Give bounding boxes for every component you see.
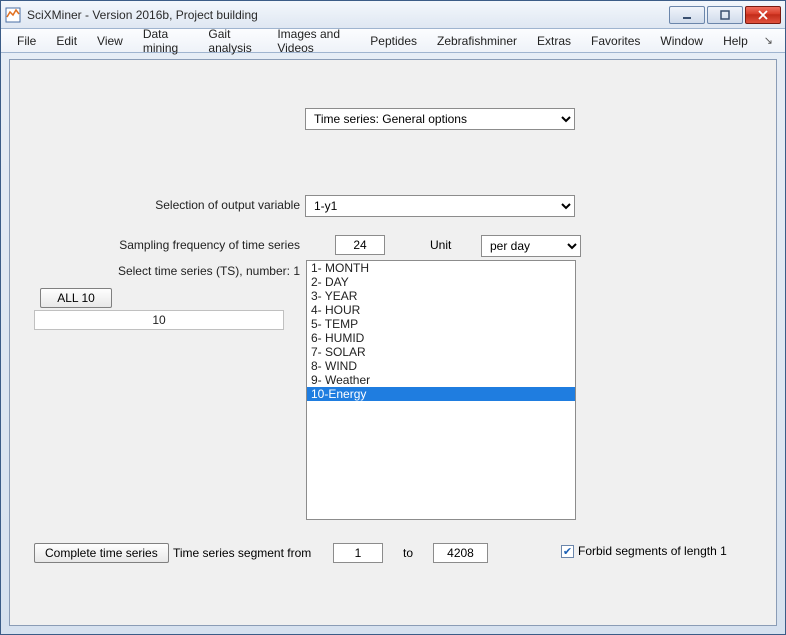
menu-file[interactable]: File bbox=[7, 31, 46, 51]
list-item[interactable]: 6- HUMID bbox=[307, 331, 575, 345]
app-window: SciXMiner - Version 2016b, Project build… bbox=[0, 0, 786, 635]
menu-data-mining[interactable]: Data mining bbox=[133, 24, 199, 58]
segment-to-input[interactable] bbox=[433, 543, 488, 563]
menubar: File Edit View Data mining Gait analysis… bbox=[1, 29, 785, 53]
minimize-button[interactable] bbox=[669, 6, 705, 24]
menu-extras[interactable]: Extras bbox=[527, 31, 581, 51]
select-ts-label: Select time series (TS), number: 1 bbox=[118, 264, 300, 278]
complete-time-series-button[interactable]: Complete time series bbox=[34, 543, 169, 563]
list-item[interactable]: 5- TEMP bbox=[307, 317, 575, 331]
close-button[interactable] bbox=[745, 6, 781, 24]
count-display: 10 bbox=[34, 310, 284, 330]
unit-select[interactable]: per day bbox=[481, 235, 581, 257]
app-icon bbox=[5, 7, 21, 23]
output-variable-label: Selection of output variable bbox=[155, 198, 300, 212]
menu-edit[interactable]: Edit bbox=[46, 31, 87, 51]
menu-window[interactable]: Window bbox=[650, 31, 713, 51]
list-item[interactable]: 1- MONTH bbox=[307, 261, 575, 275]
window-title: SciXMiner - Version 2016b, Project build… bbox=[27, 8, 669, 22]
menu-overflow-icon[interactable]: ↘ bbox=[758, 34, 779, 47]
menu-favorites[interactable]: Favorites bbox=[581, 31, 650, 51]
segment-to-label: to bbox=[403, 546, 413, 560]
forbid-checkbox[interactable]: ✔ bbox=[561, 545, 574, 558]
menu-help[interactable]: Help bbox=[713, 31, 758, 51]
titlebar: SciXMiner - Version 2016b, Project build… bbox=[1, 1, 785, 29]
unit-label: Unit bbox=[430, 238, 451, 252]
client-area: Time series: General options Selection o… bbox=[9, 59, 777, 626]
list-item[interactable]: 7- SOLAR bbox=[307, 345, 575, 359]
time-series-listbox[interactable]: 1- MONTH2- DAY3- YEAR4- HOUR5- TEMP6- HU… bbox=[306, 260, 576, 520]
list-item[interactable]: 3- YEAR bbox=[307, 289, 575, 303]
menu-images-videos[interactable]: Images and Videos bbox=[267, 24, 360, 58]
window-buttons bbox=[669, 6, 781, 24]
list-item[interactable]: 4- HOUR bbox=[307, 303, 575, 317]
menu-zebrafishminer[interactable]: Zebrafishminer bbox=[427, 31, 527, 51]
all-button[interactable]: ALL 10 bbox=[40, 288, 112, 308]
list-item[interactable]: 8- WIND bbox=[307, 359, 575, 373]
menu-gait-analysis[interactable]: Gait analysis bbox=[198, 24, 267, 58]
panel-select[interactable]: Time series: General options bbox=[305, 108, 575, 130]
forbid-label: Forbid segments of length 1 bbox=[578, 544, 727, 558]
sampling-frequency-input[interactable] bbox=[335, 235, 385, 255]
maximize-button[interactable] bbox=[707, 6, 743, 24]
output-variable-select[interactable]: 1-y1 bbox=[305, 195, 575, 217]
segment-from-label: Time series segment from bbox=[173, 546, 311, 560]
list-item[interactable]: 2- DAY bbox=[307, 275, 575, 289]
list-item[interactable]: 10-Energy bbox=[307, 387, 575, 401]
sampling-frequency-label: Sampling frequency of time series bbox=[119, 238, 300, 252]
list-item[interactable]: 9- Weather bbox=[307, 373, 575, 387]
menu-peptides[interactable]: Peptides bbox=[360, 31, 427, 51]
menu-view[interactable]: View bbox=[87, 31, 133, 51]
segment-from-input[interactable] bbox=[333, 543, 383, 563]
